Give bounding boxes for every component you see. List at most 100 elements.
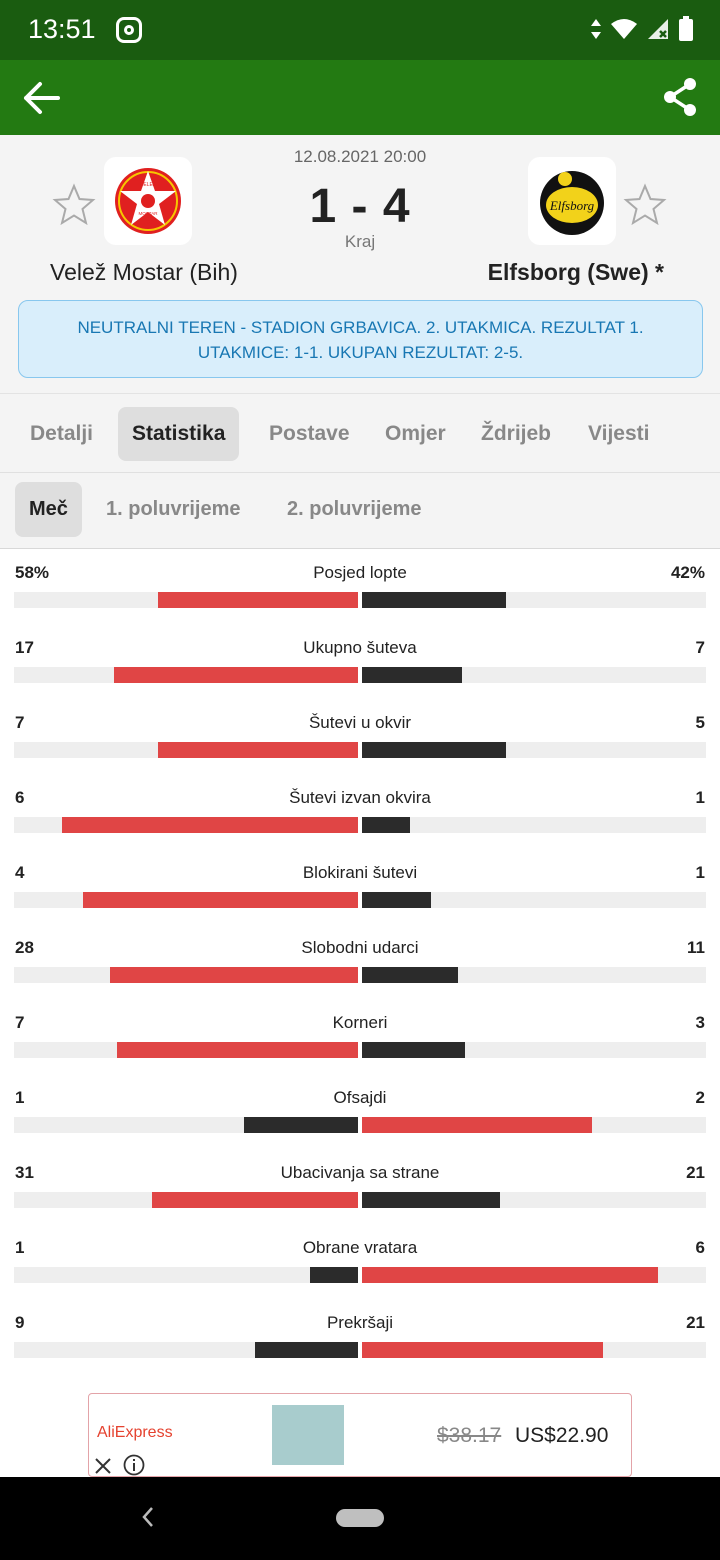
stat-away-value: 11 [687, 938, 705, 957]
ad-price: US$22.90 [515, 1424, 609, 1447]
ad-close-icon[interactable] [93, 1456, 113, 1476]
stat-home-track [14, 592, 358, 608]
stat-home-track [14, 1117, 358, 1133]
ad-product-image[interactable] [272, 1405, 344, 1465]
stat-name: Korneri [332, 1013, 388, 1032]
stat-home-bar [114, 667, 358, 683]
match-header: 12.08.2021 20:00 1 - 4 Kraj VELEŽ MOSTAR… [0, 135, 720, 393]
subtab-first-half[interactable]: 1. poluvrijeme [92, 482, 255, 537]
favorite-away-star-icon[interactable] [623, 183, 667, 227]
ad-info-icon[interactable] [123, 1454, 145, 1476]
tab-statistika[interactable]: Statistika [118, 407, 240, 461]
stat-away-value: 5 [695, 713, 705, 732]
stat-away-track [362, 1042, 706, 1058]
tab-postave[interactable]: Postave [255, 407, 364, 461]
stat-home-track [14, 1342, 358, 1358]
tab-zdrijeb[interactable]: Ždrijeb [467, 407, 565, 461]
stat-name: Obrane vratara [302, 1238, 418, 1257]
nav-back-icon[interactable] [138, 1504, 158, 1530]
favorite-home-star-icon[interactable] [52, 183, 96, 227]
elfsborg-crest-icon: Elfsborg [540, 171, 604, 235]
ad-old-price: $38.17 [437, 1424, 502, 1447]
stat-away-bar [362, 742, 506, 758]
stat-away-track [362, 1342, 706, 1358]
stat-away-value: 1 [695, 863, 705, 882]
stat-away-track [362, 667, 706, 683]
stat-home-track [14, 967, 358, 983]
stat-name: Posjed lopte [313, 563, 407, 582]
stat-away-bar [362, 592, 506, 608]
tab-detalji[interactable]: Detalji [16, 407, 107, 461]
home-team-name[interactable]: Velež Mostar (Bih) [50, 259, 238, 286]
stat-away-value: 1 [695, 788, 705, 807]
subtab-mec[interactable]: Meč [15, 482, 82, 537]
stat-away-bar [362, 892, 431, 908]
nav-home-pill[interactable] [336, 1509, 384, 1527]
stat-away-bar [362, 667, 462, 683]
stat-away-track [362, 1192, 706, 1208]
stat-home-bar [310, 1267, 358, 1283]
stat-home-bar [83, 892, 358, 908]
stat-row: 17 Ukupno šuteva 7 [0, 625, 720, 700]
stat-away-bar [362, 1267, 658, 1283]
statistics-list[interactable]: 58% Posjed lopte 42% 17 Ukupno šuteva 7 7 Šutev… [0, 550, 720, 1395]
stat-away-value: 42% [670, 563, 705, 582]
stat-name: Ubacivanja sa strane [280, 1163, 440, 1182]
stat-away-track [362, 592, 706, 608]
home-logo-year: 1922 [142, 220, 153, 226]
stat-home-bar [62, 817, 358, 833]
away-team-logo[interactable]: Elfsborg [528, 157, 616, 245]
stat-away-bar [362, 967, 458, 983]
stat-row: 9 Prekršaji 21 [0, 1300, 720, 1375]
stat-away-value: 2 [695, 1088, 705, 1107]
home-logo-top-text: VELEŽ [140, 180, 156, 188]
stat-away-value: 6 [695, 1238, 705, 1257]
stat-away-track [362, 1267, 706, 1283]
stat-home-track [14, 742, 358, 758]
instagram-icon [116, 17, 142, 43]
stat-home-track [14, 892, 358, 908]
tab-vijesti[interactable]: Vijesti [574, 407, 663, 461]
tab-bar: Detalji Statistika Postave Omjer Ždrijeb… [0, 393, 720, 473]
stat-row: 1 Obrane vratara 6 [0, 1225, 720, 1300]
stat-away-track [362, 1117, 706, 1133]
cell-signal-icon [648, 19, 668, 39]
stat-home-bar [158, 742, 358, 758]
stat-away-track [362, 817, 706, 833]
stat-home-bar [158, 592, 358, 608]
home-team-logo[interactable]: VELEŽ MOSTAR 1922 [104, 157, 192, 245]
stat-away-value: 21 [686, 1313, 705, 1332]
stat-away-value: 3 [695, 1013, 705, 1032]
stat-away-bar [362, 1342, 603, 1358]
stat-home-bar [152, 1192, 358, 1208]
stat-name: Šutevi u okvir [308, 713, 412, 732]
status-time: 13:51 [28, 14, 96, 44]
stat-row: 7 Korneri 3 [0, 1000, 720, 1075]
stat-away-bar [362, 817, 410, 833]
stat-row: 28 Slobodni udarci 11 [0, 925, 720, 1000]
stat-home-track [14, 1192, 358, 1208]
stat-home-track [14, 1267, 358, 1283]
stat-home-track [14, 817, 358, 833]
stat-away-value: 21 [686, 1163, 705, 1182]
stat-name: Ukupno šuteva [303, 638, 417, 657]
velez-crest-icon: VELEŽ MOSTAR 1922 [115, 168, 181, 234]
stat-row: 6 Šutevi izvan okvira 1 [0, 775, 720, 850]
back-arrow-icon[interactable] [20, 78, 62, 118]
stat-away-bar [362, 1117, 592, 1133]
stat-home-bar [255, 1342, 358, 1358]
stat-away-track [362, 742, 706, 758]
stat-away-value: 7 [695, 638, 705, 657]
status-icons [590, 16, 694, 42]
stat-row: 7 Šutevi u okvir 5 [0, 700, 720, 775]
away-team-name[interactable]: Elfsborg (Swe) * [488, 259, 664, 286]
subtab-second-half[interactable]: 2. poluvrijeme [273, 482, 436, 537]
ad-banner[interactable]: AliExpress $38.17 US$22.90 [88, 1393, 632, 1477]
stat-home-track [14, 1042, 358, 1058]
share-icon[interactable] [662, 77, 698, 117]
stat-away-track [362, 967, 706, 983]
system-nav-bar [0, 1477, 720, 1560]
stat-name: Ofsajdi [333, 1088, 387, 1107]
app-bar [0, 60, 720, 135]
tab-omjer[interactable]: Omjer [371, 407, 460, 461]
